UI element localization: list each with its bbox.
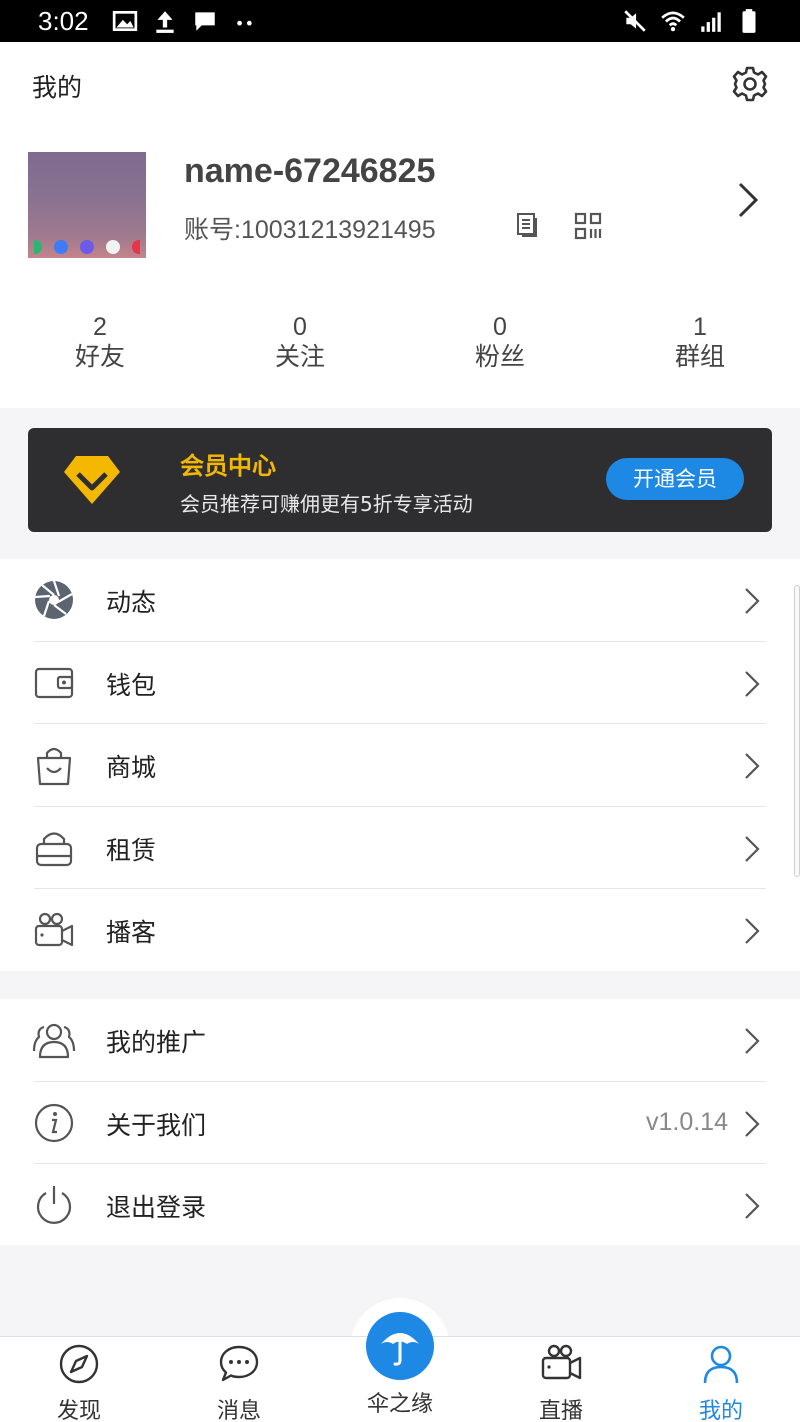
menu-label: 我的推广: [106, 1028, 207, 1057]
mute-icon: [624, 10, 646, 32]
aperture-icon: [34, 580, 73, 619]
app-dot-icon: [34, 240, 42, 254]
diamond-icon: [64, 456, 120, 504]
camera-icon: [541, 1344, 582, 1380]
menu-label: 商城: [106, 753, 157, 782]
chat-icon: [219, 1345, 259, 1382]
account-id: 账号:10031213921495: [184, 216, 436, 244]
chevron-right-icon[interactable]: [736, 180, 760, 220]
menu-item-logout[interactable]: 退出登录: [0, 1164, 800, 1247]
menu-item-moments[interactable]: 动态: [0, 559, 800, 642]
chevron-right-icon: [745, 753, 760, 779]
message-icon: [195, 12, 215, 31]
stat-following[interactable]: 0 关注: [200, 284, 400, 408]
umbrella-icon: [381, 1333, 419, 1366]
tab-label: 消息: [216, 1399, 261, 1422]
stat-label: 好友: [74, 342, 125, 371]
info-icon: [34, 1103, 74, 1142]
profile-card[interactable]: name-67246825 账号:10031213921495: [0, 124, 800, 284]
tab-label: 直播: [538, 1399, 583, 1422]
menu-item-about[interactable]: 关于我们 v1.0.14: [0, 1082, 800, 1164]
upload-icon: [156, 11, 174, 33]
chevron-right-icon: [745, 1110, 760, 1137]
app-dot-icon: [80, 240, 94, 254]
menu-group-settings: 我的推广 关于我们 v1.0.14 退出登录: [0, 999, 800, 1245]
open-vip-button[interactable]: 开通会员: [606, 458, 744, 500]
copy-icon[interactable]: [516, 212, 540, 238]
app-dot-icon: [54, 240, 68, 254]
menu-label: 退出登录: [106, 1193, 207, 1222]
video-camera-icon: [34, 912, 74, 947]
page-header: 我的: [0, 42, 800, 124]
more-dots-icon: [237, 20, 252, 26]
avatar[interactable]: [28, 152, 146, 258]
stat-value: 0: [493, 313, 507, 341]
power-icon: [36, 1186, 72, 1224]
stat-value: 0: [293, 313, 307, 341]
wifi-icon: [661, 11, 685, 32]
battery-icon: [742, 9, 756, 33]
app-dot-icon: [132, 240, 140, 254]
users-icon: [32, 1023, 76, 1059]
vip-banner[interactable]: 会员中心 会员推荐可赚佣更有5折专享活动 开通会员: [28, 428, 772, 532]
status-time: 3:02: [38, 6, 89, 36]
gear-icon[interactable]: [730, 64, 770, 104]
menu-label: 关于我们: [106, 1110, 207, 1140]
stats-row: 2 好友 0 关注 0 粉丝 1 群组: [0, 284, 800, 408]
tab-label: 我的: [698, 1399, 743, 1422]
chevron-right-icon: [745, 1193, 760, 1219]
menu-item-wallet[interactable]: 钱包: [0, 642, 800, 724]
menu-item-promotion[interactable]: 我的推广: [0, 999, 800, 1082]
username: name-67246825: [184, 152, 436, 190]
stat-label: 粉丝: [474, 342, 525, 371]
qr-code-icon[interactable]: [574, 212, 602, 240]
menu-label: 租赁: [106, 835, 157, 865]
chevron-right-icon: [745, 918, 760, 944]
app-dot-icon: [106, 240, 120, 254]
stat-label: 群组: [674, 342, 725, 371]
vip-subtitle: 会员推荐可赚佣更有5折专享活动: [180, 492, 473, 516]
chevron-right-icon: [745, 835, 760, 862]
menu-item-rental[interactable]: 租赁: [0, 807, 800, 889]
menu-label: 钱包: [106, 670, 157, 700]
lock-bag-icon: [35, 831, 73, 866]
chevron-right-icon: [745, 1028, 760, 1054]
stat-friends[interactable]: 2 好友: [0, 284, 200, 408]
tab-label: 发现: [56, 1399, 101, 1422]
tab-umbrella[interactable]: 伞之缘: [340, 1300, 460, 1422]
signal-icon: [701, 12, 721, 32]
app-version: v1.0.14: [645, 1107, 728, 1136]
status-bar: 3:02: [0, 0, 800, 42]
page-title: 我的: [32, 73, 83, 102]
tab-live[interactable]: 直播: [501, 1337, 621, 1422]
menu-item-podcast[interactable]: 播客: [0, 889, 800, 972]
compass-icon: [59, 1344, 99, 1384]
menu-item-mall[interactable]: 商城: [0, 724, 800, 807]
stat-groups[interactable]: 1 群组: [600, 284, 800, 408]
shopping-bag-icon: [36, 747, 72, 786]
tab-label: 伞之缘: [366, 1392, 433, 1417]
vip-title: 会员中心: [180, 452, 276, 480]
tab-mine[interactable]: 我的: [661, 1337, 781, 1422]
menu-label: 动态: [106, 588, 157, 617]
stat-value: 2: [93, 313, 107, 341]
scrollbar[interactable]: [794, 585, 800, 877]
tab-messages[interactable]: 消息: [179, 1337, 299, 1422]
menu-label: 播客: [106, 918, 157, 947]
stat-fans[interactable]: 0 粉丝: [400, 284, 600, 408]
wallet-icon: [34, 667, 74, 698]
stat-label: 关注: [274, 342, 325, 371]
chevron-right-icon: [745, 588, 760, 614]
image-icon: [112, 10, 138, 32]
menu-group-main: 动态 钱包 商城 租赁 播客: [0, 559, 800, 971]
tab-discover[interactable]: 发现: [19, 1337, 139, 1422]
stat-value: 1: [693, 313, 707, 341]
person-icon: [703, 1345, 739, 1384]
chevron-right-icon: [745, 670, 760, 697]
